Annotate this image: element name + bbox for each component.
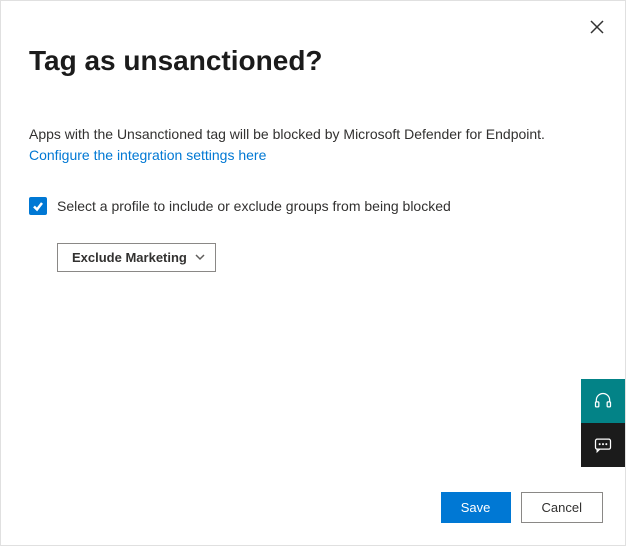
chat-icon: [593, 435, 613, 455]
dialog-title: Tag as unsanctioned?: [29, 45, 597, 77]
tag-unsanctioned-dialog: Tag as unsanctioned? Apps with the Unsan…: [0, 0, 626, 546]
save-button[interactable]: Save: [441, 492, 511, 523]
headset-icon: [593, 391, 613, 411]
configure-integration-link[interactable]: Configure the integration settings here: [29, 147, 266, 163]
dropdown-selected-label: Exclude Marketing: [72, 250, 187, 265]
floating-actions: [581, 379, 625, 467]
profile-checkbox-row: Select a profile to include or exclude g…: [29, 197, 597, 215]
profile-checkbox-label: Select a profile to include or exclude g…: [57, 198, 451, 214]
dialog-footer: Save Cancel: [441, 492, 603, 523]
checkmark-icon: [32, 200, 44, 212]
chevron-down-icon: [195, 252, 205, 262]
feedback-button[interactable]: [581, 423, 625, 467]
cancel-button[interactable]: Cancel: [521, 492, 603, 523]
profile-dropdown[interactable]: Exclude Marketing: [57, 243, 216, 272]
close-button[interactable]: [585, 15, 609, 39]
profile-checkbox[interactable]: [29, 197, 47, 215]
dialog-description: Apps with the Unsanctioned tag will be b…: [29, 125, 597, 145]
help-button[interactable]: [581, 379, 625, 423]
close-icon: [590, 20, 604, 34]
